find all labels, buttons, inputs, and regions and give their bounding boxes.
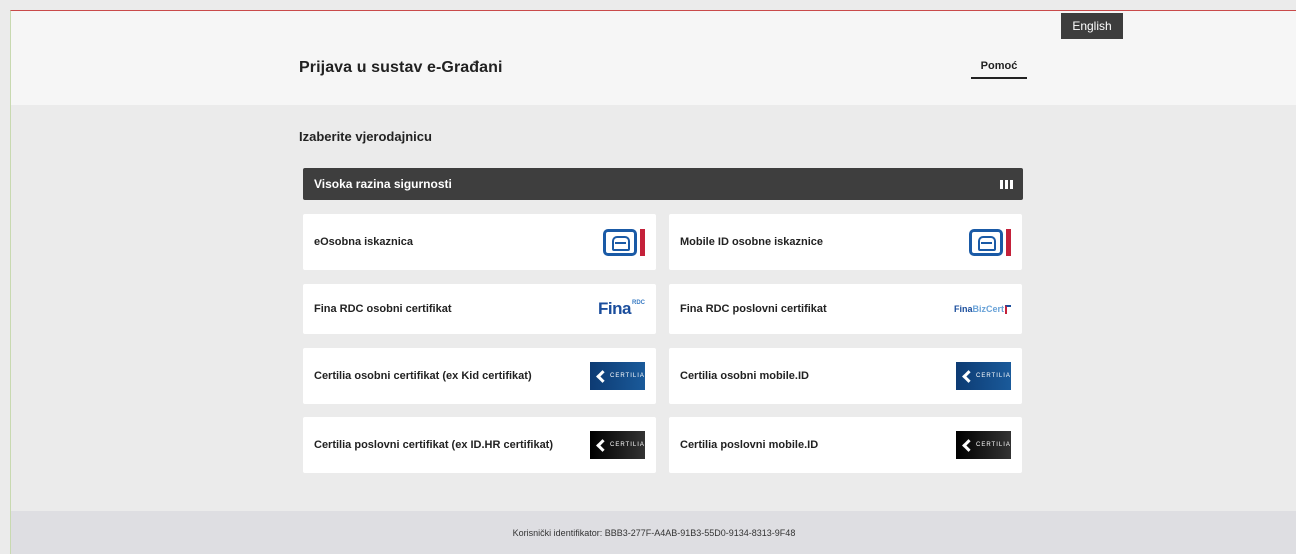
certilia-blue-logo-icon: CERTILIA bbox=[590, 362, 645, 390]
fina-logo-text: Fina bbox=[598, 299, 631, 318]
finabiz-logo-text: Fina bbox=[953, 304, 973, 314]
certilia-logo-text: CERTILIA bbox=[610, 372, 645, 379]
credential-label: Certilia osobni mobile.ID bbox=[680, 370, 809, 382]
section-title: Izaberite vjerodajnicu bbox=[299, 129, 432, 144]
credential-label: Mobile ID osobne iskaznice bbox=[680, 236, 824, 248]
certilia-logo-text: CERTILIA bbox=[610, 441, 645, 448]
credential-fina-rdc-osobni[interactable]: Fina RDC osobni certifikat Fina RDC bbox=[303, 284, 656, 334]
page-title: Prijava u sustav e-Građani bbox=[299, 59, 503, 76]
credential-label: Certilia poslovni mobile.ID bbox=[680, 439, 819, 451]
credential-certilia-osobni-mobile-id[interactable]: Certilia osobni mobile.ID CERTILIA bbox=[669, 348, 1022, 404]
certilia-logo-text: CERTILIA bbox=[976, 441, 1011, 448]
security-level-bar: Visoka razina sigurnosti bbox=[303, 168, 1023, 200]
credential-mobile-id-osobne[interactable]: Mobile ID osobne iskaznice bbox=[669, 214, 1022, 270]
page-frame: English Prijava u sustav e-Građani Pomoć… bbox=[10, 10, 1296, 554]
credential-certilia-poslovni-certifikat[interactable]: Certilia poslovni certifikat (ex ID.HR c… bbox=[303, 417, 656, 473]
credential-label: Certilia poslovni certifikat (ex ID.HR c… bbox=[314, 439, 554, 451]
language-button[interactable]: English bbox=[1061, 13, 1123, 39]
eoi-logo-icon bbox=[603, 228, 645, 256]
certilia-blue-logo-icon: CERTILIA bbox=[956, 362, 1011, 390]
header: English Prijava u sustav e-Građani Pomoć bbox=[11, 11, 1296, 105]
fina-logo-sup: RDC bbox=[632, 300, 645, 306]
credential-label: Certilia osobni certifikat (ex Kid certi… bbox=[314, 370, 532, 382]
certilia-black-logo-icon: CERTILIA bbox=[590, 431, 645, 459]
certilia-logo-text: CERTILIA bbox=[976, 372, 1011, 379]
fina-rdc-logo-icon: Fina RDC bbox=[598, 299, 645, 319]
eoi-logo-icon bbox=[969, 228, 1011, 256]
fina-bizcert-logo-icon: Fina BizCert bbox=[954, 304, 1011, 314]
credential-label: Fina RDC osobni certifikat bbox=[314, 303, 452, 315]
finabiz-logo-biz: BizCert bbox=[972, 304, 1004, 314]
security-level-bars-icon bbox=[1000, 179, 1013, 189]
credential-certilia-poslovni-mobile-id[interactable]: Certilia poslovni mobile.ID CERTILIA bbox=[669, 417, 1022, 473]
credential-fina-rdc-poslovni[interactable]: Fina RDC poslovni certifikat Fina BizCer… bbox=[669, 284, 1022, 334]
certilia-black-logo-icon: CERTILIA bbox=[956, 431, 1011, 459]
security-level-label: Visoka razina sigurnosti bbox=[314, 177, 452, 191]
help-link[interactable]: Pomoć bbox=[971, 57, 1027, 79]
credential-label: Fina RDC poslovni certifikat bbox=[680, 303, 827, 315]
credential-certilia-osobni-certifikat[interactable]: Certilia osobni certifikat (ex Kid certi… bbox=[303, 348, 656, 404]
user-identifier: Korisnički identifikator: BBB3-277F-A4AB… bbox=[512, 528, 796, 538]
credential-label: eOsobna iskaznica bbox=[314, 236, 414, 248]
credential-eosobna-iskaznica[interactable]: eOsobna iskaznica bbox=[303, 214, 656, 270]
footer: Korisnički identifikator: BBB3-277F-A4AB… bbox=[11, 511, 1296, 554]
